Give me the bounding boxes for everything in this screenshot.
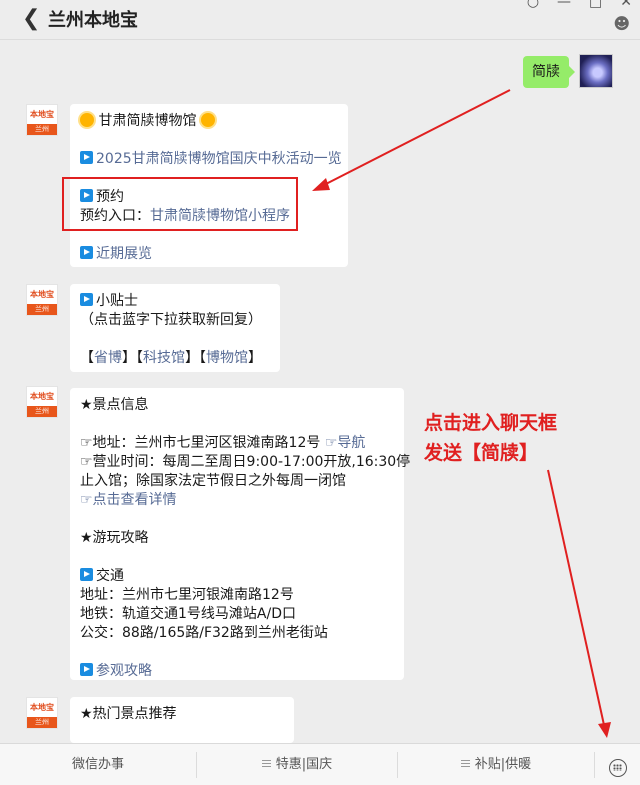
menu-subsidy-heating[interactable]: 补贴|供暖 bbox=[398, 744, 594, 785]
menu-wechat-services[interactable]: 微信办事 bbox=[0, 744, 196, 785]
annotation-arrows bbox=[312, 89, 611, 738]
arrow-to-reserve bbox=[321, 89, 511, 187]
bottom-menu-bar: 微信办事 特惠|国庆 补贴|供暖 bbox=[0, 743, 640, 785]
arrow-head-keyboard bbox=[598, 722, 611, 738]
menu-deals-holiday[interactable]: 特惠|国庆 bbox=[197, 744, 397, 785]
keyboard-icon[interactable] bbox=[609, 759, 627, 777]
submenu-icon bbox=[261, 760, 271, 767]
menu-label: 特惠|国庆 bbox=[275, 757, 333, 772]
menu-divider bbox=[594, 752, 595, 778]
submenu-icon bbox=[460, 760, 470, 767]
menu-label: 微信办事 bbox=[71, 757, 124, 772]
menu-label: 补贴|供暖 bbox=[474, 757, 532, 772]
arrow-to-keyboard bbox=[547, 469, 605, 726]
arrow-head-reserve bbox=[312, 178, 330, 191]
